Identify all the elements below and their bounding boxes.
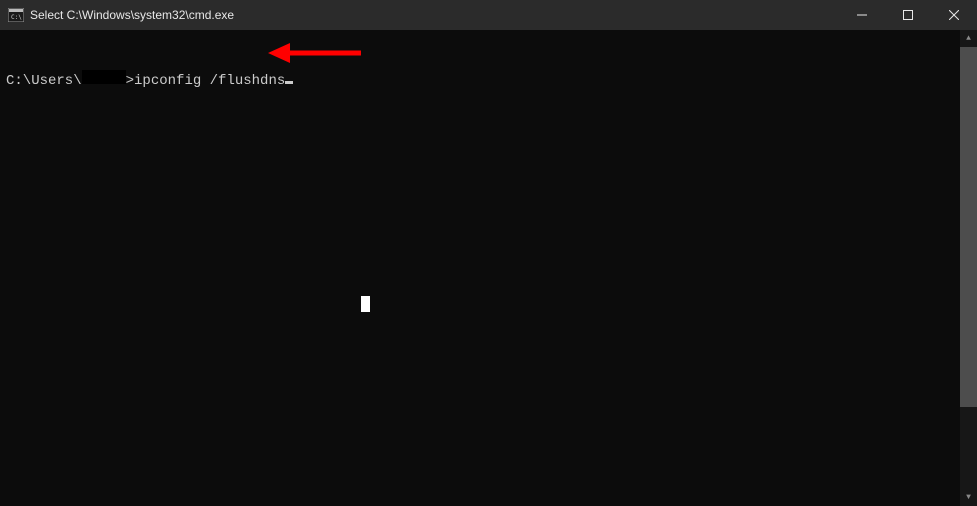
- text-cursor: [285, 81, 293, 84]
- typed-command: ipconfig /flushdns: [134, 72, 285, 90]
- window-title: Select C:\Windows\system32\cmd.exe: [30, 8, 234, 22]
- titlebar-left: C:\ Select C:\Windows\system32\cmd.exe: [8, 8, 234, 22]
- vertical-scrollbar[interactable]: ▲ ▼: [960, 30, 977, 506]
- console-wrapper: C:\Users\ >ipconfig /flushdns ▲ ▼: [0, 30, 977, 506]
- prompt-suffix: >: [126, 72, 134, 90]
- window-titlebar: C:\ Select C:\Windows\system32\cmd.exe: [0, 0, 977, 30]
- close-button[interactable]: [931, 0, 977, 30]
- window-controls: [839, 0, 977, 30]
- console-output[interactable]: C:\Users\ >ipconfig /flushdns: [0, 30, 960, 506]
- minimize-button[interactable]: [839, 0, 885, 30]
- scroll-down-arrow-icon[interactable]: ▼: [960, 489, 977, 506]
- prompt-line: C:\Users\ >ipconfig /flushdns: [6, 70, 954, 90]
- svg-text:C:\: C:\: [11, 14, 22, 21]
- redacted-username: [82, 70, 126, 84]
- prompt-prefix: C:\Users\: [6, 72, 82, 90]
- maximize-button[interactable]: [885, 0, 931, 30]
- scrollbar-thumb[interactable]: [960, 47, 977, 407]
- selection-highlight: [361, 296, 370, 312]
- scroll-up-arrow-icon[interactable]: ▲: [960, 30, 977, 47]
- cmd-icon: C:\: [8, 8, 24, 22]
